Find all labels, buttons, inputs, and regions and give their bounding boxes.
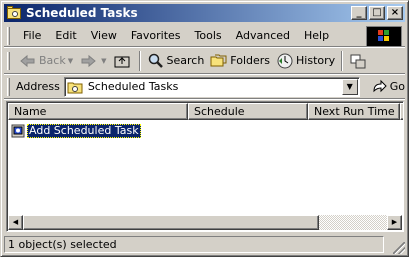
windows-logo-icon bbox=[366, 26, 402, 47]
chevron-down-icon: ▼ bbox=[346, 82, 353, 91]
search-label: Search bbox=[166, 54, 205, 67]
history-icon bbox=[276, 52, 294, 70]
status-bar: 1 object(s) selected bbox=[4, 235, 405, 254]
go-button[interactable]: Go bbox=[372, 79, 405, 95]
forward-arrow-icon bbox=[79, 52, 97, 70]
column-headers: Name Schedule Next Run Time bbox=[8, 103, 403, 120]
menu-file[interactable]: File bbox=[16, 29, 48, 42]
back-label: Back bbox=[39, 54, 66, 67]
title-bar[interactable]: Scheduled Tasks _ □ × bbox=[4, 4, 405, 22]
standard-toolbar: Back ▼ ▼ Search Folders History bbox=[4, 48, 405, 74]
menu-bar-grip[interactable] bbox=[7, 26, 10, 45]
window-title: Scheduled Tasks bbox=[26, 6, 138, 20]
column-header-extra[interactable] bbox=[400, 103, 403, 120]
menu-bar: File Edit View Favorites Tools Advanced … bbox=[4, 25, 405, 47]
history-button[interactable]: History bbox=[273, 50, 338, 72]
back-button[interactable]: Back ▼ bbox=[16, 50, 76, 72]
address-bar-grip[interactable] bbox=[7, 77, 10, 96]
go-arrow-icon bbox=[372, 79, 388, 95]
scroll-right-icon: ▶ bbox=[391, 218, 398, 226]
back-dropdown-icon[interactable]: ▼ bbox=[68, 57, 73, 65]
horizontal-scrollbar[interactable]: ◀ ▶ bbox=[8, 215, 402, 230]
up-folder-icon bbox=[113, 52, 131, 70]
menu-view[interactable]: View bbox=[84, 29, 124, 42]
scrollbar-thumb[interactable] bbox=[23, 215, 319, 230]
up-folder-button[interactable] bbox=[110, 50, 136, 72]
move-to-folder-icon bbox=[349, 52, 367, 70]
forward-dropdown-icon[interactable]: ▼ bbox=[101, 57, 106, 65]
close-icon: × bbox=[390, 7, 400, 18]
search-icon bbox=[147, 52, 165, 70]
explorer-window: Scheduled Tasks _ □ × File Edit View Fav… bbox=[0, 0, 409, 257]
column-header-schedule[interactable]: Schedule bbox=[188, 103, 308, 120]
address-label: Address bbox=[16, 80, 60, 93]
search-button[interactable]: Search bbox=[144, 50, 208, 72]
scroll-left-icon: ◀ bbox=[12, 218, 19, 226]
maximize-icon: □ bbox=[372, 7, 382, 18]
toolbar-separator bbox=[138, 50, 141, 71]
toolbar-separator bbox=[341, 50, 344, 71]
add-scheduled-task-icon bbox=[11, 124, 25, 138]
menu-edit[interactable]: Edit bbox=[48, 29, 83, 42]
scheduled-tasks-folder-icon bbox=[6, 5, 22, 21]
scheduled-tasks-folder-icon bbox=[67, 79, 83, 95]
maximize-button[interactable]: □ bbox=[369, 6, 385, 20]
close-button[interactable]: × bbox=[387, 6, 403, 20]
minimize-button[interactable]: _ bbox=[351, 6, 367, 20]
menu-advanced[interactable]: Advanced bbox=[229, 29, 297, 42]
toolbar-grip[interactable] bbox=[7, 51, 10, 70]
menu-favorites[interactable]: Favorites bbox=[124, 29, 188, 42]
scroll-right-button[interactable]: ▶ bbox=[387, 215, 402, 230]
address-combobox[interactable]: Scheduled Tasks ▼ bbox=[63, 76, 360, 97]
address-dropdown-button[interactable]: ▼ bbox=[341, 78, 358, 95]
scroll-left-button[interactable]: ◀ bbox=[8, 215, 23, 230]
history-label: History bbox=[296, 54, 336, 67]
column-header-next-run-time[interactable]: Next Run Time bbox=[308, 103, 400, 120]
go-label: Go bbox=[389, 80, 405, 93]
address-bar: Address Scheduled Tasks ▼ Go bbox=[4, 75, 405, 99]
back-arrow-icon bbox=[19, 52, 37, 70]
resize-grip-icon[interactable] bbox=[393, 242, 405, 254]
window-controls: _ □ × bbox=[349, 6, 403, 20]
menu-tools[interactable]: Tools bbox=[188, 29, 229, 42]
list-item-label[interactable]: Add Scheduled Task bbox=[27, 124, 141, 138]
folders-icon bbox=[210, 52, 228, 70]
column-header-name[interactable]: Name bbox=[8, 103, 188, 120]
folders-label: Folders bbox=[230, 54, 271, 67]
minimize-icon: _ bbox=[356, 7, 362, 18]
address-value[interactable]: Scheduled Tasks bbox=[85, 80, 342, 93]
list-item[interactable]: Add Scheduled Task bbox=[11, 123, 141, 139]
file-list-view[interactable]: Name Schedule Next Run Time Add Schedule… bbox=[6, 101, 404, 232]
status-text: 1 object(s) selected bbox=[4, 236, 384, 253]
folders-button[interactable]: Folders bbox=[207, 50, 273, 72]
menu-help[interactable]: Help bbox=[297, 29, 336, 42]
move-to-button[interactable] bbox=[346, 50, 372, 72]
forward-button[interactable]: ▼ bbox=[76, 50, 109, 72]
